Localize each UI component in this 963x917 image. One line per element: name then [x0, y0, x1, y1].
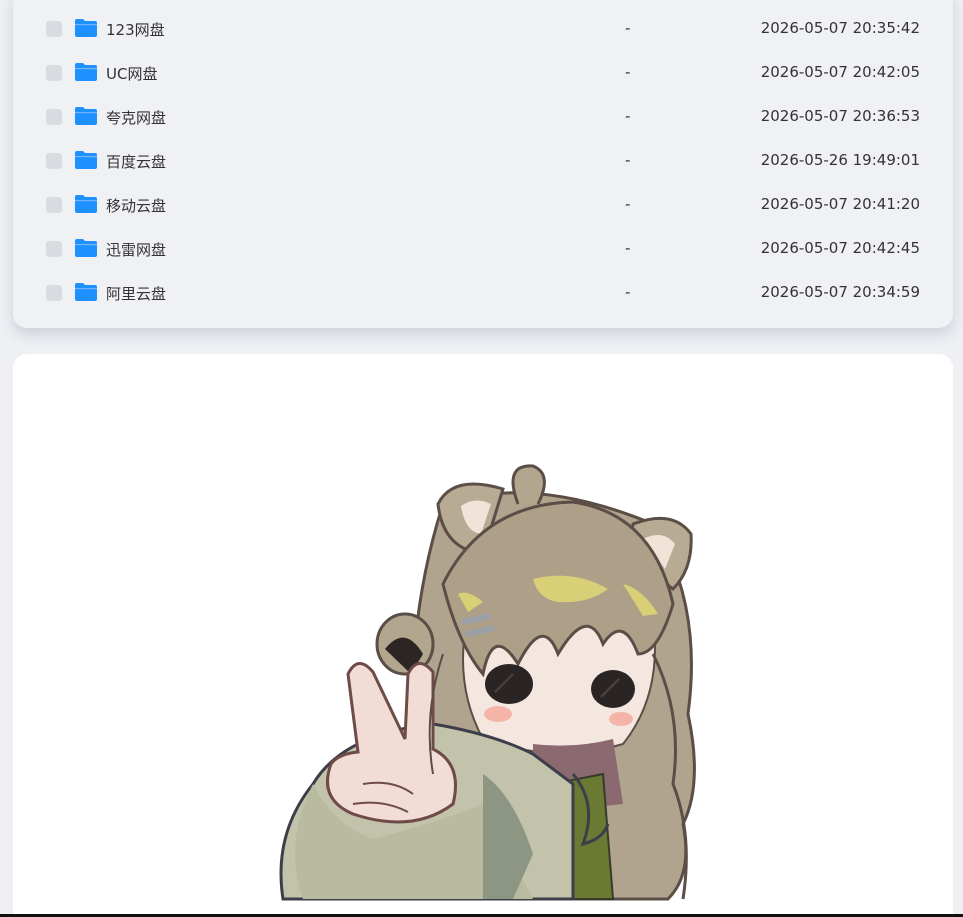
file-size: - [625, 151, 631, 169]
file-row[interactable]: 迅雷网盘 - 2026-05-07 20:42:45 [13, 230, 953, 274]
file-modified: 2026-05-07 20:35:42 [760, 19, 920, 37]
file-row[interactable]: 夸克网盘 - 2026-05-07 20:36:53 [13, 98, 953, 142]
file-row[interactable]: 百度云盘 - 2026-05-26 19:49:01 [13, 142, 953, 186]
folder-icon[interactable] [74, 238, 98, 258]
file-modified: 2026-05-07 20:34:59 [760, 283, 920, 301]
file-modified: 2026-05-07 20:42:05 [760, 63, 920, 81]
row-checkbox[interactable] [46, 21, 62, 37]
file-modified: 2026-05-07 20:36:53 [760, 107, 920, 125]
row-checkbox[interactable] [46, 153, 62, 169]
file-name[interactable]: 夸克网盘 [106, 107, 166, 128]
folder-icon[interactable] [74, 194, 98, 214]
folder-icon[interactable] [74, 18, 98, 38]
file-name[interactable]: 迅雷网盘 [106, 239, 166, 260]
file-name[interactable]: 阿里云盘 [106, 283, 166, 304]
file-name[interactable]: UC网盘 [106, 63, 157, 84]
file-modified: 2026-05-26 19:49:01 [760, 151, 920, 169]
file-row[interactable]: 123网盘 - 2026-05-07 20:35:42 [13, 10, 953, 54]
file-size: - [625, 283, 631, 301]
file-size: - [625, 107, 631, 125]
folder-icon[interactable] [74, 62, 98, 82]
readme-image-card [13, 354, 953, 914]
file-size: - [625, 19, 631, 37]
file-name[interactable]: 123网盘 [106, 19, 165, 40]
file-row[interactable]: 移动云盘 - 2026-05-07 20:41:20 [13, 186, 953, 230]
row-checkbox[interactable] [46, 197, 62, 213]
folder-icon[interactable] [74, 150, 98, 170]
file-row[interactable]: UC网盘 - 2026-05-07 20:42:05 [13, 54, 953, 98]
file-modified: 2026-05-07 20:41:20 [760, 195, 920, 213]
file-size: - [625, 195, 631, 213]
anime-girl-illustration [279, 464, 696, 901]
file-modified: 2026-05-07 20:42:45 [760, 239, 920, 257]
row-checkbox[interactable] [46, 65, 62, 81]
row-checkbox[interactable] [46, 109, 62, 125]
file-name[interactable]: 移动云盘 [106, 195, 166, 216]
file-size: - [625, 239, 631, 257]
row-checkbox[interactable] [46, 285, 62, 301]
row-checkbox[interactable] [46, 241, 62, 257]
file-size: - [625, 63, 631, 81]
folder-icon[interactable] [74, 282, 98, 302]
file-list-card: 123网盘 - 2026-05-07 20:35:42 UC网盘 - 2026-… [13, 0, 953, 328]
file-name[interactable]: 百度云盘 [106, 151, 166, 172]
file-row[interactable]: 阿里云盘 - 2026-05-07 20:34:59 [13, 274, 953, 318]
folder-icon[interactable] [74, 106, 98, 126]
